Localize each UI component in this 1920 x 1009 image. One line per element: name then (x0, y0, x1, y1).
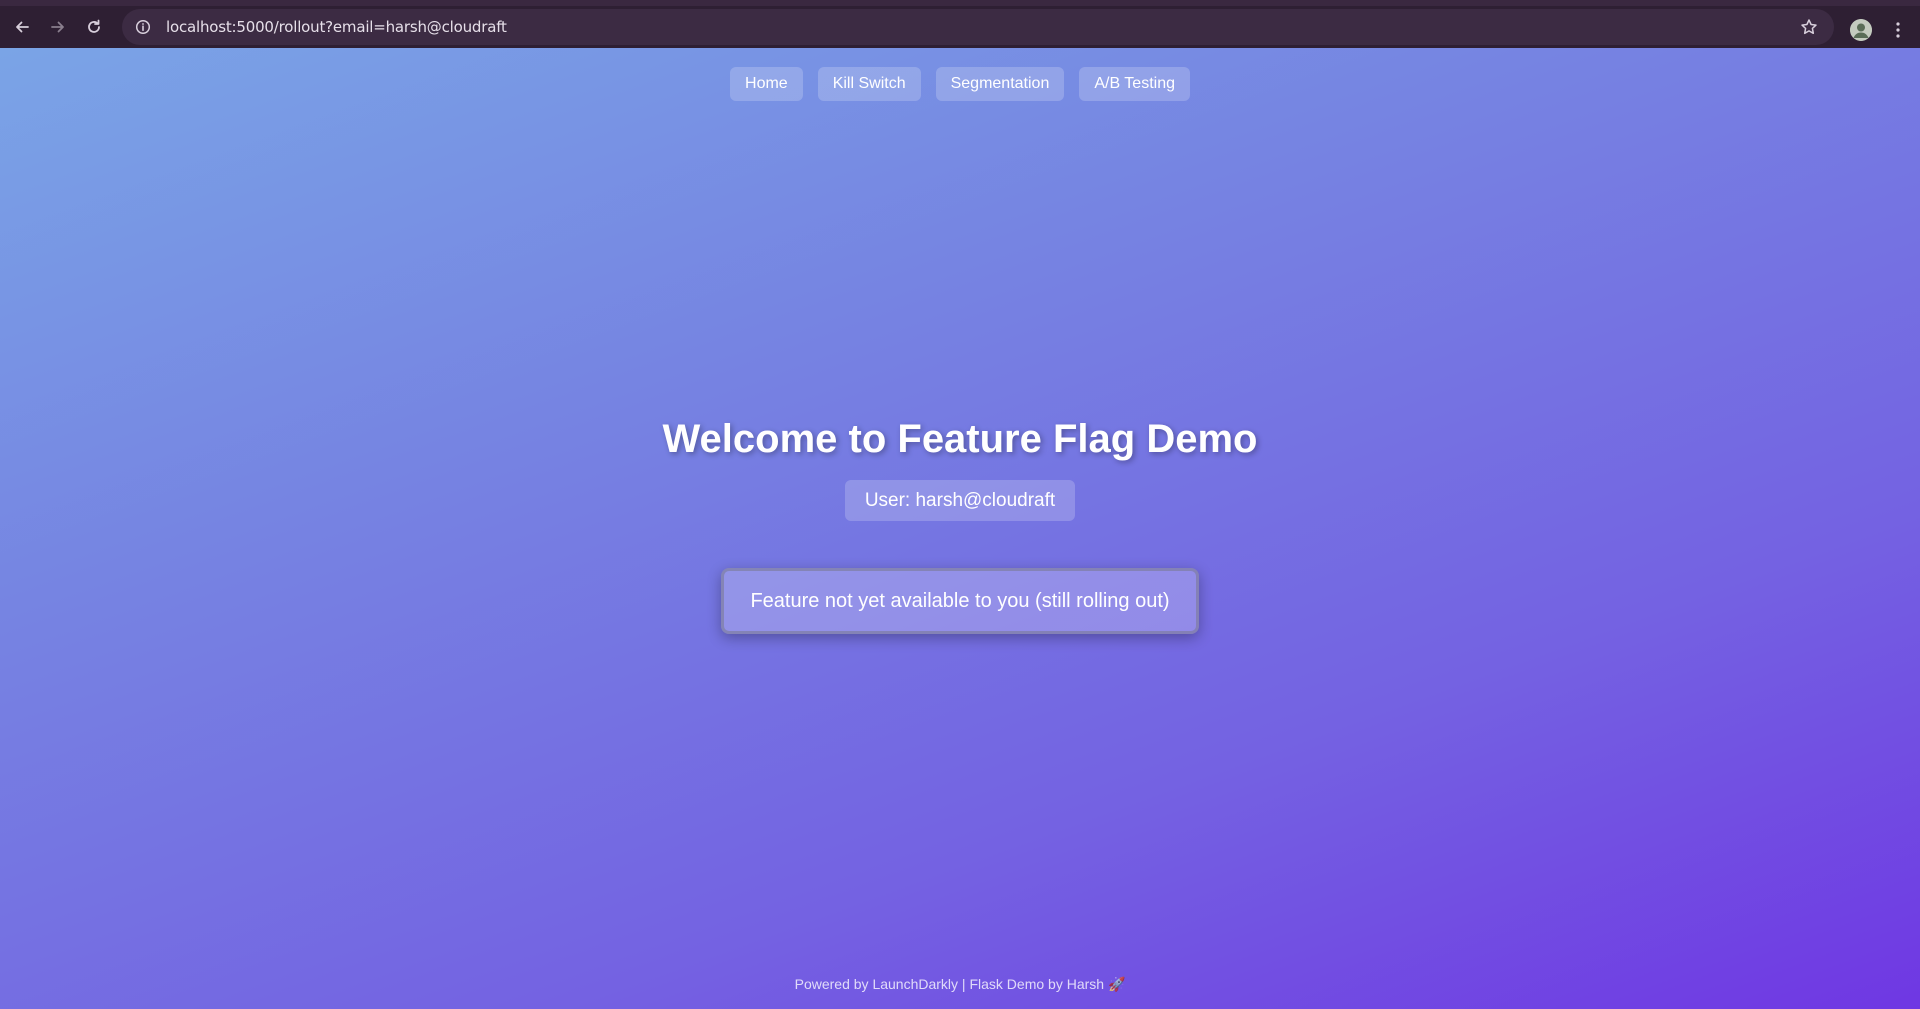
arrow-right-icon (51, 21, 64, 33)
back-button[interactable] (4, 9, 40, 45)
url-text[interactable]: localhost:5000/rollout?email=harsh@cloud… (166, 18, 507, 36)
hero-section: Welcome to Feature Flag Demo User: harsh… (0, 412, 1920, 521)
address-bar[interactable]: localhost:5000/rollout?email=harsh@cloud… (122, 9, 1834, 45)
nav-kill-switch[interactable]: Kill Switch (817, 67, 921, 101)
arrow-left-icon (16, 21, 29, 33)
nav-segmentation[interactable]: Segmentation (935, 67, 1065, 101)
feature-status-message: Feature not yet available to you (still … (721, 568, 1199, 634)
top-nav: Home Kill Switch Segmentation A/B Testin… (0, 67, 1920, 101)
nav-home[interactable]: Home (730, 67, 803, 101)
avatar[interactable] (1850, 19, 1872, 41)
nav-ab-testing[interactable]: A/B Testing (1079, 67, 1190, 101)
page-title: Welcome to Feature Flag Demo (662, 417, 1258, 461)
reload-button[interactable] (76, 9, 112, 45)
kebab-menu-icon[interactable] (1886, 16, 1910, 44)
browser-toolbar: localhost:5000/rollout?email=harsh@cloud… (0, 0, 1920, 48)
browser-window: localhost:5000/rollout?email=harsh@cloud… (0, 0, 1920, 1009)
user-badge: User: harsh@cloudraft (844, 480, 1076, 521)
page-viewport: Home Kill Switch Segmentation A/B Testin… (0, 48, 1920, 1009)
forward-button[interactable] (40, 9, 76, 45)
star-icon[interactable] (1798, 16, 1820, 38)
reload-icon (88, 19, 100, 33)
footer: Powered by LaunchDarkly | Flask Demo by … (794, 976, 1126, 992)
info-icon[interactable] (132, 16, 154, 38)
